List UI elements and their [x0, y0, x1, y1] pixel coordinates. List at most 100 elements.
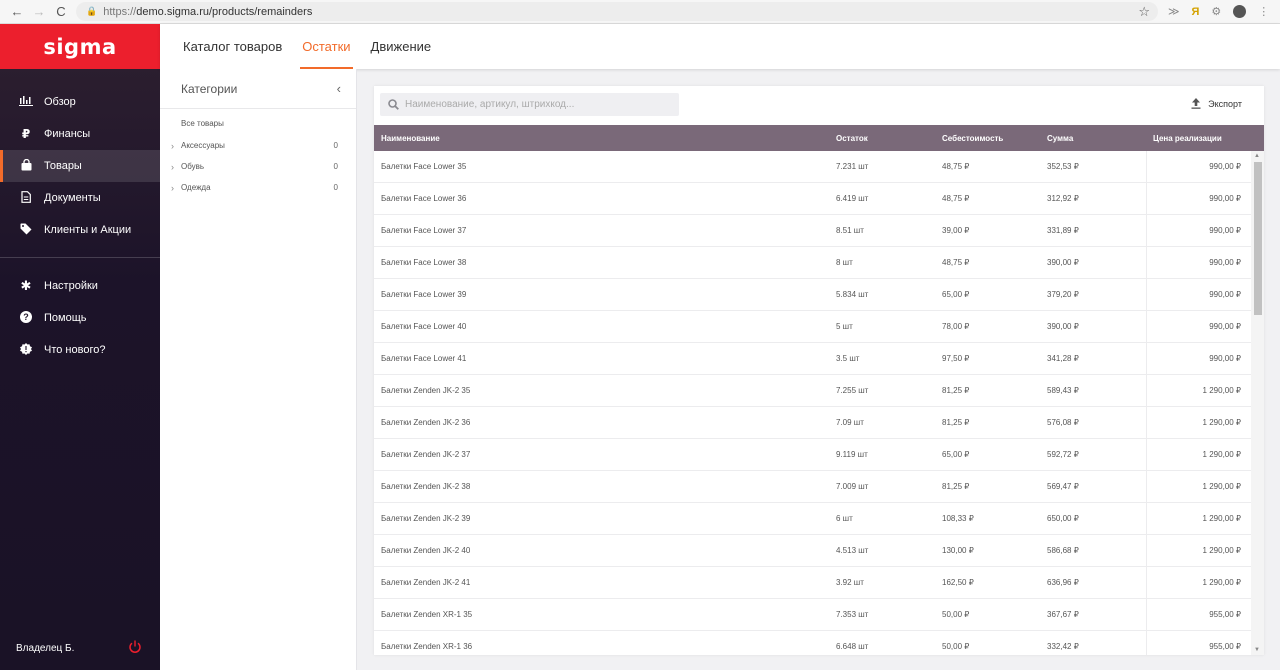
export-button[interactable]: Экспорт: [1191, 98, 1242, 109]
table-row[interactable]: Балетки Zenden JK-2 40 4.513 шт 130,00 ₽ 58…: [374, 535, 1251, 567]
cell-price: 955,00 ₽: [1209, 610, 1241, 619]
cell-name: Балетки Face Lower 37: [381, 226, 467, 235]
sidebar-item-help[interactable]: ? Помощь: [0, 302, 160, 334]
tab-catalog[interactable]: Каталог товаров: [183, 24, 282, 69]
table-row[interactable]: Балетки Face Lower 41 3.5 шт 97,50 ₽ 341,28…: [374, 343, 1251, 375]
table-body: Балетки Face Lower 35 7.231 шт 48,75 ₽ 352,…: [374, 151, 1251, 655]
chevron-right-icon[interactable]: ›: [171, 162, 181, 172]
table-row[interactable]: Балетки Zenden XR-1 36 6.648 шт 50,00 ₽ 332…: [374, 631, 1251, 655]
cell-name: Балетки Zenden XR-1 36: [381, 642, 473, 651]
table-row[interactable]: Балетки Zenden JK-2 41 3.92 шт 162,50 ₽ 636…: [374, 567, 1251, 599]
sidebar-item-settings[interactable]: ✱ Настройки: [0, 270, 160, 302]
table-row[interactable]: Балетки Zenden JK-2 36 7.09 шт 81,25 ₽ 576,…: [374, 407, 1251, 439]
cell-remainder: 5 шт: [836, 322, 853, 331]
column-header-name[interactable]: Наименование: [381, 134, 440, 143]
cell-name: Балетки Zenden JK-2 36: [381, 418, 471, 427]
sidebar-item-label: Настройки: [44, 280, 98, 292]
scrollbar-thumb[interactable]: [1254, 162, 1262, 315]
sidebar-item-finance[interactable]: ₽ Финансы: [0, 118, 160, 150]
category-shoes[interactable]: › Обувь 0: [160, 156, 356, 177]
address-bar[interactable]: 🔒 https://demo.sigma.ru/products/remaind…: [76, 2, 1158, 21]
sidebar-item-products[interactable]: Товары: [0, 150, 160, 182]
user-name[interactable]: Владелец Б.: [16, 643, 74, 654]
sidebar-item-documents[interactable]: Документы: [0, 182, 160, 214]
category-all[interactable]: Все товары: [160, 117, 356, 131]
category-clothing[interactable]: › Одежда 0: [160, 177, 356, 198]
table-row[interactable]: Балетки Face Lower 35 7.231 шт 48,75 ₽ 352,…: [374, 151, 1251, 183]
cell-cost: 81,25 ₽: [942, 482, 970, 491]
cell-remainder: 3.92 шт: [836, 578, 864, 587]
cell-cost: 81,25 ₽: [942, 386, 970, 395]
news-icon: [17, 342, 35, 358]
logo[interactable]: sigma: [0, 24, 160, 69]
table-row[interactable]: Балетки Face Lower 37 8.51 шт 39,00 ₽ 331,8…: [374, 215, 1251, 247]
scrollbar[interactable]: ▲ ▼: [1251, 151, 1264, 655]
category-label: Обувь: [181, 162, 205, 171]
cell-price: 1 290,00 ₽: [1202, 546, 1241, 555]
column-header-price[interactable]: Цена реализации: [1153, 134, 1222, 143]
scroll-up-icon[interactable]: ▲: [1254, 153, 1260, 159]
cell-remainder: 6.648 шт: [836, 642, 869, 651]
reload-icon[interactable]: C: [50, 4, 72, 19]
sidebar-item-overview[interactable]: Обзор: [0, 86, 160, 118]
bag-icon: [17, 158, 35, 174]
cell-cost: 130,00 ₽: [942, 546, 974, 555]
sidebar-item-whats-new[interactable]: Что нового?: [0, 334, 160, 366]
table-row[interactable]: Балетки Zenden XR-1 35 7.353 шт 50,00 ₽ 367…: [374, 599, 1251, 631]
tab-remainders[interactable]: Остатки: [300, 24, 353, 69]
forward-icon[interactable]: →: [28, 4, 50, 19]
cell-name: Балетки Face Lower 39: [381, 290, 467, 299]
cell-sum: 576,08 ₽: [1047, 418, 1079, 427]
tab-movement[interactable]: Движение: [371, 24, 432, 69]
table-row[interactable]: Балетки Face Lower 36 6.419 шт 48,75 ₽ 312,…: [374, 183, 1251, 215]
column-divider: [1146, 439, 1147, 470]
cell-cost: 48,75 ₽: [942, 258, 970, 267]
cell-price: 1 290,00 ₽: [1202, 450, 1241, 459]
table-row[interactable]: Балетки Zenden JK-2 38 7.009 шт 81,25 ₽ 569…: [374, 471, 1251, 503]
account-icon[interactable]: [1233, 5, 1247, 18]
chevron-right-icon[interactable]: ›: [171, 183, 181, 193]
menu-kebab-icon[interactable]: ⋮: [1258, 5, 1269, 18]
column-header-cost[interactable]: Себестоимость: [942, 134, 1003, 143]
cell-cost: 65,00 ₽: [942, 450, 970, 459]
cell-sum: 592,72 ₽: [1047, 450, 1079, 459]
bookmark-star-icon[interactable]: ☆: [1138, 4, 1150, 20]
cell-cost: 108,33 ₽: [942, 514, 974, 523]
yandex-extension-icon[interactable]: Я: [1192, 6, 1200, 18]
category-accessories[interactable]: › Аксессуары 0: [160, 135, 356, 156]
scroll-down-icon[interactable]: ▼: [1254, 647, 1260, 653]
chevron-right-icon[interactable]: ›: [171, 141, 181, 151]
cell-sum: 650,00 ₽: [1047, 514, 1079, 523]
table-row[interactable]: Балетки Zenden JK-2 39 6 шт 108,33 ₽ 650,00…: [374, 503, 1251, 535]
sidebar: sigma Обзор ₽ Финансы Товары Документы К…: [0, 24, 160, 670]
sidebar-item-label: Клиенты и Акции: [44, 224, 132, 236]
search-box[interactable]: [380, 93, 679, 116]
column-header-sum[interactable]: Сумма: [1047, 134, 1073, 143]
cell-name: Балетки Zenden JK-2 38: [381, 482, 471, 491]
cell-sum: 636,96 ₽: [1047, 578, 1079, 587]
table-row[interactable]: Балетки Face Lower 40 5 шт 78,00 ₽ 390,00 ₽…: [374, 311, 1251, 343]
cell-cost: 50,00 ₽: [942, 610, 970, 619]
collapse-chevron-icon[interactable]: ‹: [337, 81, 341, 96]
cell-sum: 331,89 ₽: [1047, 226, 1079, 235]
table-row[interactable]: Балетки Face Lower 39 5.834 шт 65,00 ₽ 379,…: [374, 279, 1251, 311]
sidebar-item-clients[interactable]: Клиенты и Акции: [0, 214, 160, 246]
logout-power-icon[interactable]: [128, 640, 142, 654]
cell-remainder: 7.353 шт: [836, 610, 869, 619]
extension-icon[interactable]: ⚙: [1211, 5, 1221, 18]
table-row[interactable]: Балетки Zenden JK-2 35 7.255 шт 81,25 ₽ 589…: [374, 375, 1251, 407]
cell-remainder: 7.09 шт: [836, 418, 864, 427]
upload-icon: [1191, 98, 1201, 109]
column-header-remainder[interactable]: Остаток: [836, 134, 868, 143]
cell-cost: 39,00 ₽: [942, 226, 970, 235]
table-row[interactable]: Балетки Face Lower 38 8 шт 48,75 ₽ 390,00 ₽…: [374, 247, 1251, 279]
cell-cost: 81,25 ₽: [942, 418, 970, 427]
extension-icon[interactable]: ≫: [1168, 5, 1180, 18]
cell-remainder: 6 шт: [836, 514, 853, 523]
table-row[interactable]: Балетки Zenden JK-2 37 9.119 шт 65,00 ₽ 592…: [374, 439, 1251, 471]
cell-name: Балетки Zenden JK-2 35: [381, 386, 471, 395]
cell-price: 990,00 ₽: [1209, 322, 1241, 331]
column-divider: [1146, 183, 1147, 214]
search-input[interactable]: [405, 99, 665, 110]
back-icon[interactable]: ←: [6, 4, 28, 19]
